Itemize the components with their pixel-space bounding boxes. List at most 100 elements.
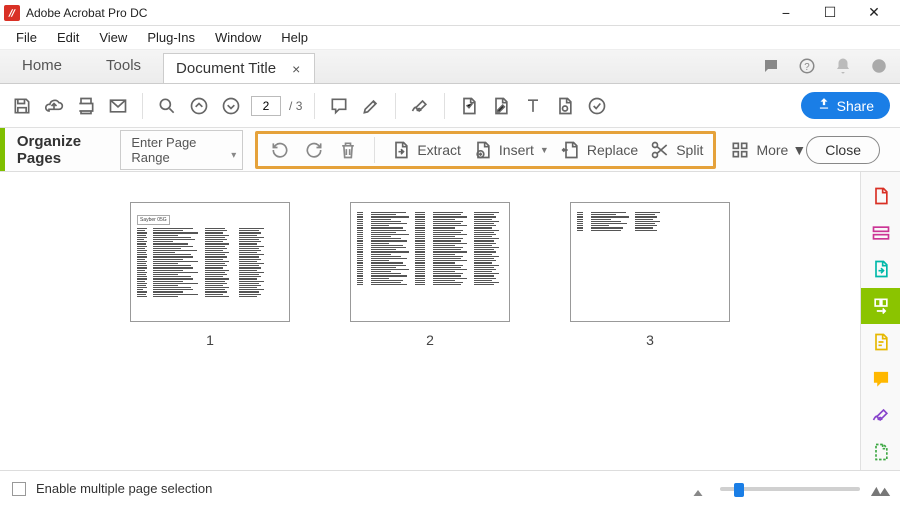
tab-bar: Home Tools Document Title × ? <box>0 50 900 84</box>
close-window-button[interactable]: ✕ <box>852 2 896 24</box>
split-label: Split <box>676 142 703 158</box>
email-icon[interactable] <box>106 94 130 118</box>
page-thumbnail[interactable]: Sayber 05G <box>130 202 290 322</box>
rp-protect-icon[interactable] <box>861 434 900 471</box>
page-total: 3 <box>296 99 303 113</box>
share-button[interactable]: Share <box>801 92 890 119</box>
rotate-right-icon[interactable] <box>302 138 326 162</box>
close-organize-button[interactable]: Close <box>806 136 880 164</box>
insert-button[interactable]: Insert ▼ <box>471 138 549 162</box>
title-bar: Adobe Acrobat Pro DC − ☐ ✕ <box>0 0 900 26</box>
rotate-left-icon[interactable] <box>268 138 292 162</box>
replace-label: Replace <box>587 142 638 158</box>
extract-button[interactable]: Extract <box>389 138 461 162</box>
close-tab-button[interactable]: × <box>290 61 302 77</box>
create-pdf-icon[interactable] <box>457 94 481 118</box>
menu-file[interactable]: File <box>6 28 47 47</box>
checkmark-circle-icon[interactable] <box>585 94 609 118</box>
edit-pdf-icon[interactable] <box>489 94 513 118</box>
minimize-button[interactable]: − <box>764 2 808 24</box>
document-tab-title: Document Title <box>176 60 276 77</box>
prev-page-icon[interactable] <box>187 94 211 118</box>
multi-select-label: Enable multiple page selection <box>36 481 212 496</box>
document-tab[interactable]: Document Title × <box>163 53 315 83</box>
page-thumbnail-wrapper: 2 <box>350 202 510 348</box>
pages-area: Sayber 05G 1 2 <box>0 172 860 470</box>
nav-tools[interactable]: Tools <box>84 49 163 83</box>
page-label: 3 <box>646 332 654 348</box>
window-buttons: − ☐ ✕ <box>764 2 896 24</box>
zoom-small-icon[interactable] <box>692 484 710 494</box>
zoom-slider-handle[interactable] <box>734 483 744 497</box>
highlighter-icon[interactable] <box>359 94 383 118</box>
maximize-button[interactable]: ☐ <box>808 2 852 24</box>
menu-help[interactable]: Help <box>271 28 318 47</box>
zoom-control <box>692 484 888 494</box>
page-thumbnail[interactable] <box>350 202 510 322</box>
bell-icon[interactable] <box>834 57 852 75</box>
share-upload-icon <box>817 97 831 114</box>
multi-select-checkbox[interactable] <box>12 482 26 496</box>
page-thumbnail-wrapper: Sayber 05G 1 <box>130 202 290 348</box>
rp-fillform-icon[interactable] <box>861 324 900 361</box>
organize-toolbar: Organize Pages Enter Page Range Extract … <box>0 128 900 172</box>
save-icon[interactable] <box>10 94 34 118</box>
help-icon[interactable]: ? <box>798 57 816 75</box>
page-label: 2 <box>426 332 434 348</box>
insert-icon <box>471 138 495 162</box>
content-area: Sayber 05G 1 2 <box>0 172 900 470</box>
rp-comment-icon[interactable] <box>861 361 900 398</box>
replace-button[interactable]: Replace <box>559 138 638 162</box>
rp-sign-icon[interactable] <box>861 397 900 434</box>
page-thumbnail-wrapper: 3 <box>570 202 730 348</box>
zoom-slider[interactable] <box>720 487 860 491</box>
rp-export-icon[interactable] <box>861 251 900 288</box>
app-title: Adobe Acrobat Pro DC <box>26 6 764 20</box>
svg-text:?: ? <box>804 62 810 73</box>
right-tools-panel <box>860 172 900 470</box>
rp-organize-icon[interactable] <box>861 288 900 325</box>
next-page-icon[interactable] <box>219 94 243 118</box>
zoom-large-icon[interactable] <box>870 484 888 494</box>
split-scissors-icon <box>648 138 672 162</box>
add-text-icon[interactable] <box>521 94 545 118</box>
acrobat-app-icon <box>4 5 20 21</box>
page-thumbnail[interactable] <box>570 202 730 322</box>
chat-icon[interactable] <box>762 57 780 75</box>
bottom-bar: Enable multiple page selection <box>0 470 900 506</box>
share-label: Share <box>837 98 874 114</box>
menu-view[interactable]: View <box>89 28 137 47</box>
insert-label: Insert <box>499 142 534 158</box>
zoom-icon[interactable] <box>155 94 179 118</box>
more-label: More <box>756 142 788 158</box>
sign-icon[interactable] <box>408 94 432 118</box>
rp-combine-icon[interactable] <box>861 215 900 252</box>
nav-home[interactable]: Home <box>0 49 84 83</box>
insert-caret-icon: ▼ <box>540 145 549 155</box>
page-range-dropdown[interactable]: Enter Page Range <box>120 130 243 170</box>
highlighted-tools-box: Extract Insert ▼ Replace Split <box>255 131 716 169</box>
more-button[interactable]: More ▼ <box>728 138 806 162</box>
sticky-note-icon[interactable] <box>327 94 351 118</box>
main-toolbar: / 3 Share <box>0 84 900 128</box>
export-pdf-icon[interactable] <box>553 94 577 118</box>
cloud-upload-icon[interactable] <box>42 94 66 118</box>
menu-window[interactable]: Window <box>205 28 271 47</box>
menu-plugins[interactable]: Plug-Ins <box>137 28 205 47</box>
user-avatar-icon[interactable] <box>870 57 888 75</box>
print-icon[interactable] <box>74 94 98 118</box>
extract-icon <box>389 138 413 162</box>
page-sep: / <box>289 99 292 113</box>
menu-bar: File Edit View Plug-Ins Window Help <box>0 26 900 50</box>
more-caret-icon: ▼ <box>792 142 806 158</box>
menu-edit[interactable]: Edit <box>47 28 89 47</box>
delete-icon[interactable] <box>336 138 360 162</box>
extract-label: Extract <box>417 142 461 158</box>
replace-icon <box>559 138 583 162</box>
page-label: 1 <box>206 332 214 348</box>
split-button[interactable]: Split <box>648 138 703 162</box>
more-grid-icon <box>728 138 752 162</box>
organize-title: Organize Pages <box>5 133 120 167</box>
page-number-input[interactable] <box>251 96 281 116</box>
rp-create-icon[interactable] <box>861 178 900 215</box>
